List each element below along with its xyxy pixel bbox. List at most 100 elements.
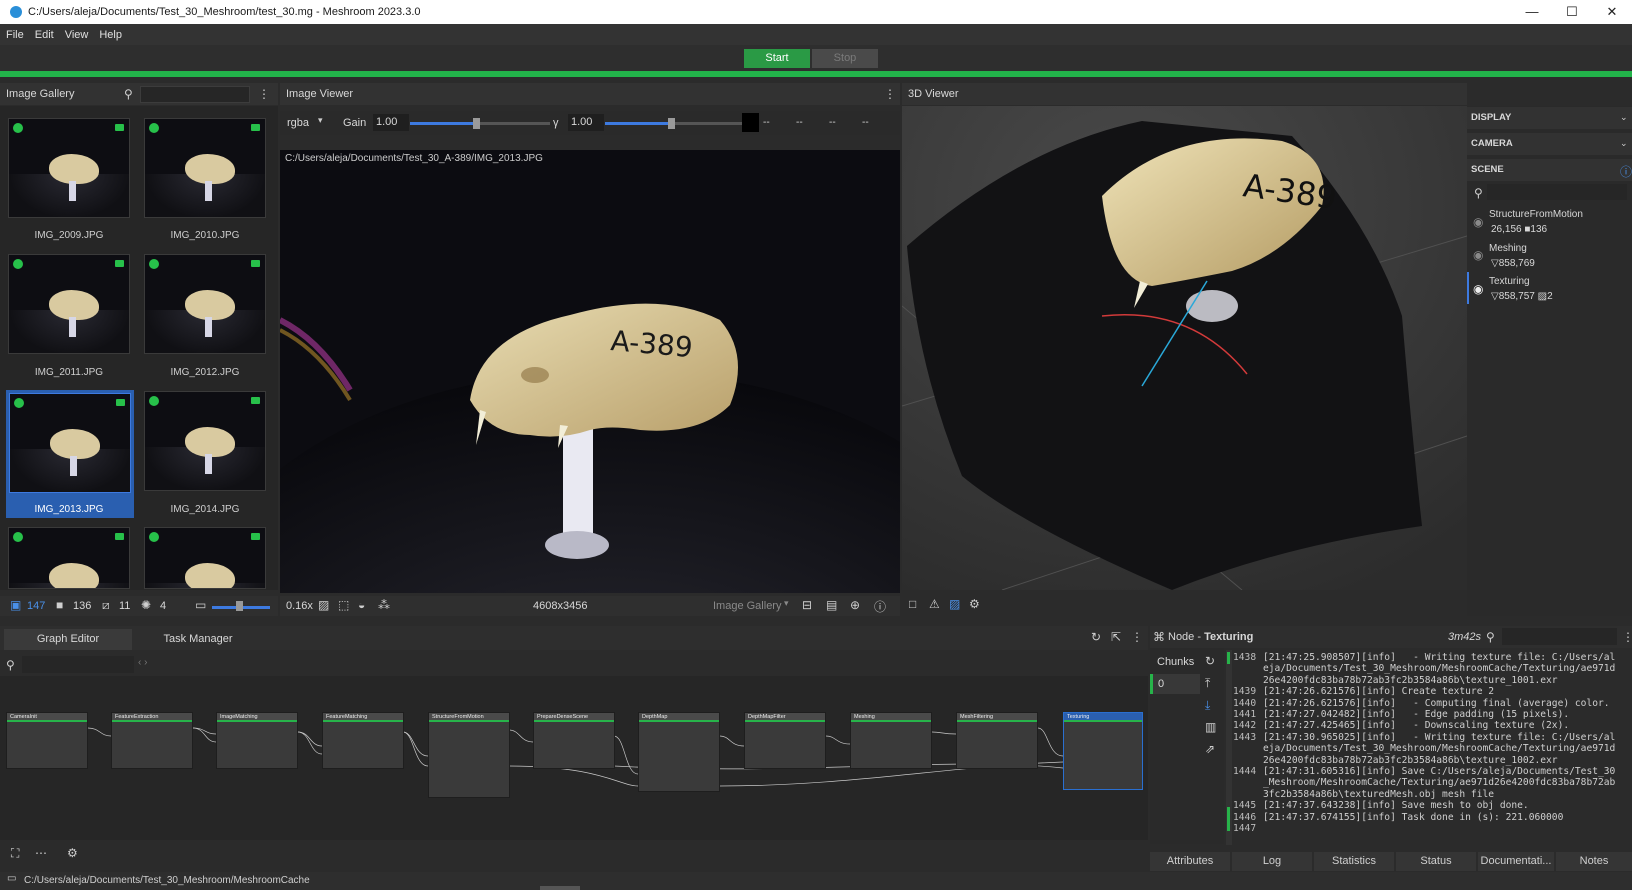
graph-node[interactable]: Meshing: [850, 712, 932, 769]
split-view-icon[interactable]: ⊟: [802, 598, 812, 612]
tab-statistics[interactable]: Statistics: [1314, 852, 1394, 871]
gallery-thumbnail[interactable]: [8, 118, 130, 218]
layout-icon[interactable]: ⇱: [1111, 630, 1121, 644]
gallery-thumbnail[interactable]: [8, 527, 130, 589]
gain-value[interactable]: 1.00: [373, 114, 409, 131]
viewer-source-select[interactable]: Image Gallery: [713, 600, 781, 612]
copy-icon[interactable]: ▥: [1205, 720, 1216, 734]
open-external-icon[interactable]: ⇗: [1205, 742, 1215, 756]
menu-help[interactable]: Help: [99, 29, 122, 41]
lens-icon[interactable]: ◒: [358, 598, 365, 612]
minimize-button[interactable]: —: [1512, 0, 1552, 24]
graph-node[interactable]: PrepareDenseScene: [533, 712, 615, 769]
fit-view-icon[interactable]: ⛶: [11, 846, 19, 861]
menu-file[interactable]: File: [6, 29, 24, 41]
tab-log[interactable]: Log: [1232, 852, 1312, 871]
log-search-input[interactable]: [1502, 628, 1617, 645]
reload-icon[interactable]: ↻: [1205, 654, 1215, 668]
gallery-thumbnail[interactable]: [144, 118, 266, 218]
scroll-top-icon[interactable]: ⤒: [1205, 676, 1210, 691]
tab-attributes[interactable]: Attributes: [1150, 852, 1230, 871]
start-button[interactable]: Start: [744, 49, 810, 68]
graph-node[interactable]: CameraInit: [6, 712, 88, 769]
resize-handle[interactable]: [540, 886, 580, 890]
node-menu-icon[interactable]: ⋮: [1622, 630, 1632, 644]
gain-slider-handle[interactable]: [473, 118, 480, 129]
frame-icon[interactable]: ⬚: [338, 598, 349, 612]
graph-canvas[interactable]: CameraInit FeatureExtraction ImageMatchi…: [0, 676, 1148, 840]
chevron-down-icon[interactable]: ⌄: [1620, 112, 1628, 123]
hatch-icon[interactable]: ▨: [318, 598, 329, 612]
slider-handle[interactable]: [236, 601, 243, 611]
display-section[interactable]: DISPLAY: [1467, 107, 1632, 129]
menu-edit[interactable]: Edit: [35, 29, 54, 41]
eye-icon[interactable]: ◉: [1473, 248, 1483, 262]
bounding-box-icon[interactable]: □: [909, 597, 916, 611]
viewer3d-canvas[interactable]: A-389: [902, 106, 1467, 590]
more-options-icon[interactable]: ⋯: [35, 846, 47, 860]
gamma-value[interactable]: 1.00: [568, 114, 604, 131]
channel-select[interactable]: rgba: [287, 117, 309, 129]
features-icon[interactable]: ⁂: [378, 598, 390, 612]
refresh-icon[interactable]: ↻: [1091, 630, 1101, 644]
image-viewer-menu-icon[interactable]: ⋮: [884, 87, 896, 101]
folder-icon[interactable]: ▭: [7, 873, 16, 884]
gallery-menu-icon[interactable]: ⋮: [258, 87, 270, 101]
graph-node[interactable]: FeatureMatching: [322, 712, 404, 769]
image-canvas[interactable]: A-389: [280, 150, 900, 593]
globe-icon[interactable]: ⊕: [850, 598, 860, 612]
graph-node[interactable]: DepthMapFilter: [744, 712, 826, 769]
graph-node[interactable]: ImageMatching: [216, 712, 298, 769]
graph-node-selected[interactable]: Texturing: [1063, 712, 1143, 790]
gallery-thumbnail[interactable]: [144, 527, 266, 589]
chunk-item[interactable]: 0: [1150, 674, 1200, 694]
tab-task-manager[interactable]: Task Manager: [134, 629, 262, 650]
chevron-down-icon[interactable]: ⌄: [1620, 138, 1628, 149]
scene-item-name[interactable]: Meshing: [1489, 243, 1527, 254]
scene-item-name[interactable]: StructureFromMotion: [1489, 209, 1583, 220]
tab-status[interactable]: Status: [1396, 852, 1476, 871]
rig-icon[interactable]: ✺: [141, 598, 151, 612]
log-output[interactable]: 1438 [21:47:25.908507][info] - Writing te…: [1233, 652, 1632, 846]
graph-search-input[interactable]: [22, 656, 134, 673]
stop-button[interactable]: Stop: [812, 49, 878, 68]
tab-notes[interactable]: Notes: [1556, 852, 1632, 871]
histogram-icon[interactable]: ▤: [826, 598, 837, 612]
scene-search-input[interactable]: [1487, 184, 1627, 200]
graph-node[interactable]: FeatureExtraction: [111, 712, 193, 769]
camera-icon[interactable]: ■: [56, 598, 63, 612]
graph-node[interactable]: StructureFromMotion: [428, 712, 510, 798]
menu-view[interactable]: View: [65, 29, 89, 41]
gallery-thumbnail-selected[interactable]: [9, 393, 131, 493]
gear-icon[interactable]: ⚙: [969, 597, 980, 611]
no-intrinsics-icon[interactable]: ⧄: [102, 598, 110, 613]
tab-documentation[interactable]: Documentati...: [1478, 852, 1554, 871]
info-icon[interactable]: ⓘ: [874, 598, 886, 615]
camera-section[interactable]: CAMERA: [1467, 133, 1632, 155]
maximize-button[interactable]: ☐: [1552, 0, 1592, 24]
tab-graph-editor[interactable]: Graph Editor: [4, 629, 132, 650]
eye-icon[interactable]: ◉: [1473, 282, 1483, 296]
scroll-bottom-icon[interactable]: ⤓: [1205, 698, 1210, 713]
chevron-down-icon[interactable]: ▾: [318, 115, 323, 126]
gallery-thumbnail[interactable]: [144, 254, 266, 354]
info-icon[interactable]: ⓘ: [1620, 163, 1632, 180]
close-button[interactable]: ✕: [1592, 0, 1632, 24]
search-nav-arrows[interactable]: ‹ ›: [138, 657, 147, 668]
graph-node[interactable]: DepthMap: [638, 712, 720, 792]
graph-node[interactable]: MeshFiltering: [956, 712, 1038, 769]
images-icon[interactable]: ▣: [10, 598, 21, 612]
scene-section[interactable]: SCENE: [1467, 159, 1632, 181]
warning-icon[interactable]: ⚠: [929, 597, 940, 611]
gallery-thumbnail[interactable]: [144, 391, 266, 491]
texture-icon[interactable]: ▨: [949, 597, 960, 611]
scene-item-name[interactable]: Texturing: [1489, 276, 1530, 287]
log-line-number: 1438: [1233, 652, 1257, 663]
graph-menu-icon[interactable]: ⋮: [1131, 630, 1143, 644]
gear-icon[interactable]: ⚙: [67, 846, 78, 860]
gallery-thumbnail[interactable]: [8, 254, 130, 354]
eye-icon[interactable]: ◉: [1473, 215, 1483, 229]
chevron-down-icon[interactable]: ▾: [784, 598, 789, 609]
gallery-search-input[interactable]: [140, 86, 250, 103]
gamma-slider-handle[interactable]: [668, 118, 675, 129]
